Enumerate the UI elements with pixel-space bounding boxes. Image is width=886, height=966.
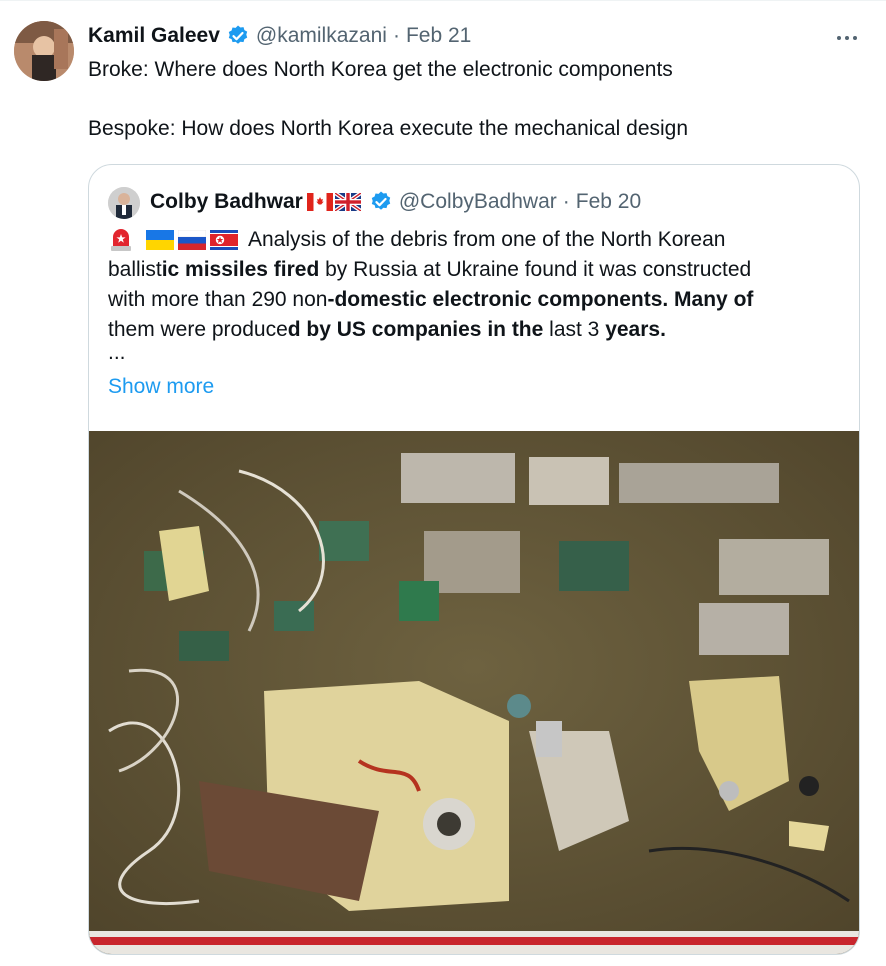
tweet: Kamil Galeev @kamilkazani · Feb 21 Broke… [0, 0, 886, 966]
quoted-tweet[interactable]: Colby Badhwar @ColbyBadhwar · Feb 20 Ana… [88, 164, 860, 955]
quote-text-bold: -domestic electronic components. Many of [327, 288, 754, 311]
quote-author-handle[interactable]: @ColbyBadhwar [399, 190, 557, 214]
quote-ellipsis: ... [108, 341, 126, 364]
quote-author-avatar[interactable] [108, 187, 140, 219]
author-name[interactable]: Kamil Galeev [88, 24, 220, 48]
quote-text-bold: years. [605, 318, 666, 341]
uk-flag-icon [333, 191, 362, 213]
quote-verified-badge-icon [369, 190, 393, 214]
show-more-link[interactable]: Show more [108, 375, 214, 399]
quote-date[interactable]: Feb 20 [576, 190, 641, 214]
more-options-icon[interactable] [832, 26, 862, 50]
quote-text-span: them were produce [108, 318, 288, 341]
ukraine-flag-icon [146, 230, 174, 251]
quote-text-span-1: Analysis of the debris from one of the N… [248, 228, 726, 251]
quote-text-line-4: them were produced by US companies in th… [108, 315, 666, 345]
verified-badge-icon [226, 24, 250, 48]
quote-header: Colby Badhwar @ColbyBadhwar · Feb 20 [150, 187, 641, 217]
quote-text-span: ballist [108, 258, 162, 281]
quote-text-bold: d by US companies in the [287, 318, 544, 341]
separator-dot: · [392, 24, 400, 47]
tweet-text-line-2: Bespoke: How does North Korea execute th… [88, 117, 689, 140]
quote-text-line-2: ballistic missiles fired by Russia at Uk… [108, 255, 751, 285]
russia-flag-icon [178, 230, 206, 251]
tweet-date[interactable]: Feb 21 [406, 24, 471, 48]
quote-text-span: with more than 290 non [108, 288, 328, 311]
quote-emoji-row [108, 228, 242, 252]
canada-flag-icon [306, 193, 333, 211]
siren-icon [111, 229, 131, 252]
quote-separator-dot: · [562, 190, 570, 213]
quote-text-line-3: with more than 290 non-domestic electron… [108, 285, 753, 315]
quote-text-bold: ic missiles fired [161, 258, 320, 281]
quote-text-line-1: Analysis of the debris from one of the N… [108, 225, 725, 255]
quote-text-span: last 3 [543, 318, 606, 341]
author-handle[interactable]: @kamilkazani [256, 24, 387, 48]
tweet-header: Kamil Galeev @kamilkazani · Feb 21 [88, 22, 471, 50]
north-korea-flag-icon [210, 230, 238, 251]
tweet-text-line-1: Broke: Where does North Korea get the el… [88, 58, 673, 81]
quote-author-name[interactable]: Colby Badhwar [150, 190, 303, 214]
debris-photo[interactable] [89, 431, 859, 954]
quote-text-span: by Russia at Ukraine found it was constr… [319, 258, 752, 281]
author-avatar[interactable] [14, 21, 74, 81]
